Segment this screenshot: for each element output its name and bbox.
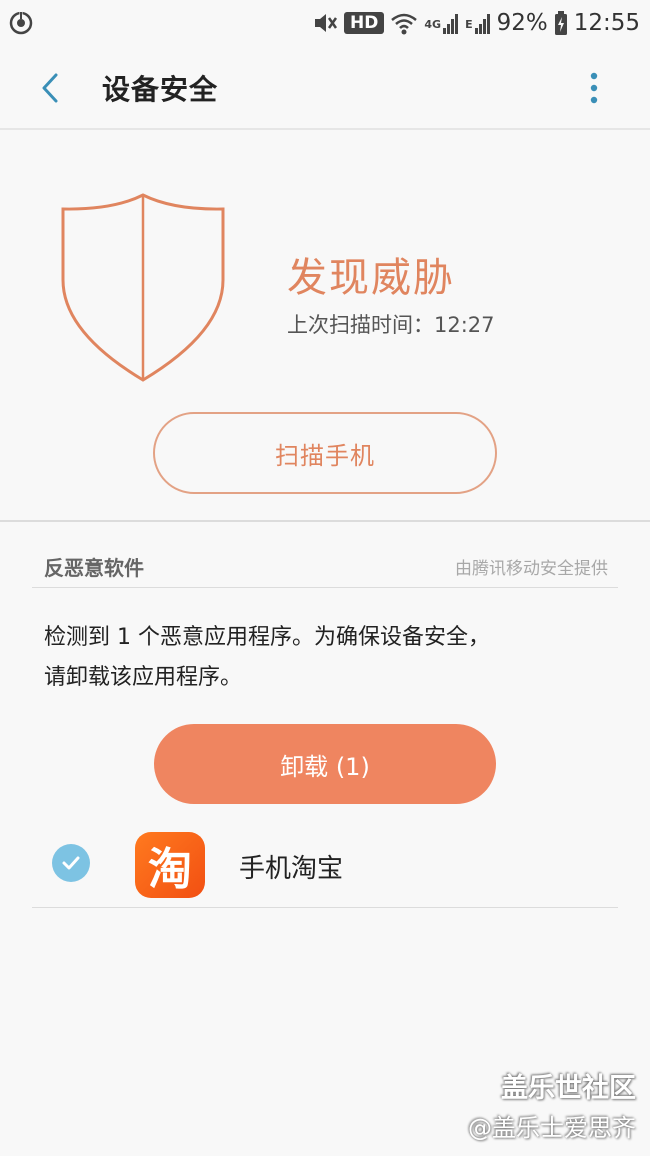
- checkbox-checked-icon[interactable]: [52, 844, 90, 882]
- network-4g-label: 4G: [424, 18, 442, 31]
- list-item[interactable]: 淘 手机淘宝: [32, 822, 618, 908]
- shield-icon-container: [58, 192, 228, 384]
- section-title: 反恶意软件: [44, 556, 144, 580]
- app-bar: 设备安全: [0, 46, 650, 130]
- app-icon-glyph: 淘: [148, 844, 192, 895]
- chevron-left-icon: [42, 73, 58, 103]
- mute-icon: [315, 14, 338, 32]
- watermark-credit: @盖乐士爱思齐: [468, 1114, 636, 1142]
- last-scan-time: 上次扫描时间：12:27: [287, 313, 495, 337]
- more-vertical-icon: [590, 72, 598, 104]
- wifi-icon: [391, 13, 418, 35]
- page-title: 设备安全: [102, 73, 219, 106]
- message-line-1: 检测到 1 个恶意应用程序。为确保设备安全，: [44, 625, 490, 650]
- provider-credit: 由腾讯移动安全提供: [455, 559, 608, 579]
- back-button[interactable]: [30, 68, 70, 108]
- taobao-app-icon: 淘: [135, 832, 205, 898]
- uninstall-button[interactable]: 卸载 (1): [154, 724, 496, 804]
- watermark-title: 盖乐世社区: [501, 1073, 636, 1104]
- status-bar: HD 4G E 92% 12:55: [0, 0, 650, 46]
- sync-icon: [9, 11, 33, 35]
- more-options-button[interactable]: [576, 70, 612, 106]
- battery-charging-icon: [554, 11, 567, 35]
- shield-icon: [61, 193, 225, 382]
- section-divider: [0, 520, 650, 522]
- signal-icon-1: [443, 14, 459, 34]
- scan-phone-button[interactable]: 扫描手机: [153, 412, 497, 494]
- message-line-2: 请卸载该应用程序。: [44, 665, 243, 690]
- checkmark-icon: [62, 856, 80, 870]
- hd-badge: HD: [344, 12, 385, 34]
- clock: 12:55: [573, 10, 640, 36]
- signal-icon-2: [474, 14, 490, 34]
- app-name: 手机淘宝: [239, 854, 344, 884]
- threat-status-headline: 发现威胁: [287, 255, 455, 301]
- battery-percent: 92%: [496, 10, 548, 36]
- malware-message: 检测到 1 个恶意应用程序。为确保设备安全， 请卸载该应用程序。: [44, 618, 604, 698]
- network-e-label: E: [465, 18, 473, 31]
- anti-malware-header: 反恶意软件 由腾讯移动安全提供: [32, 540, 618, 588]
